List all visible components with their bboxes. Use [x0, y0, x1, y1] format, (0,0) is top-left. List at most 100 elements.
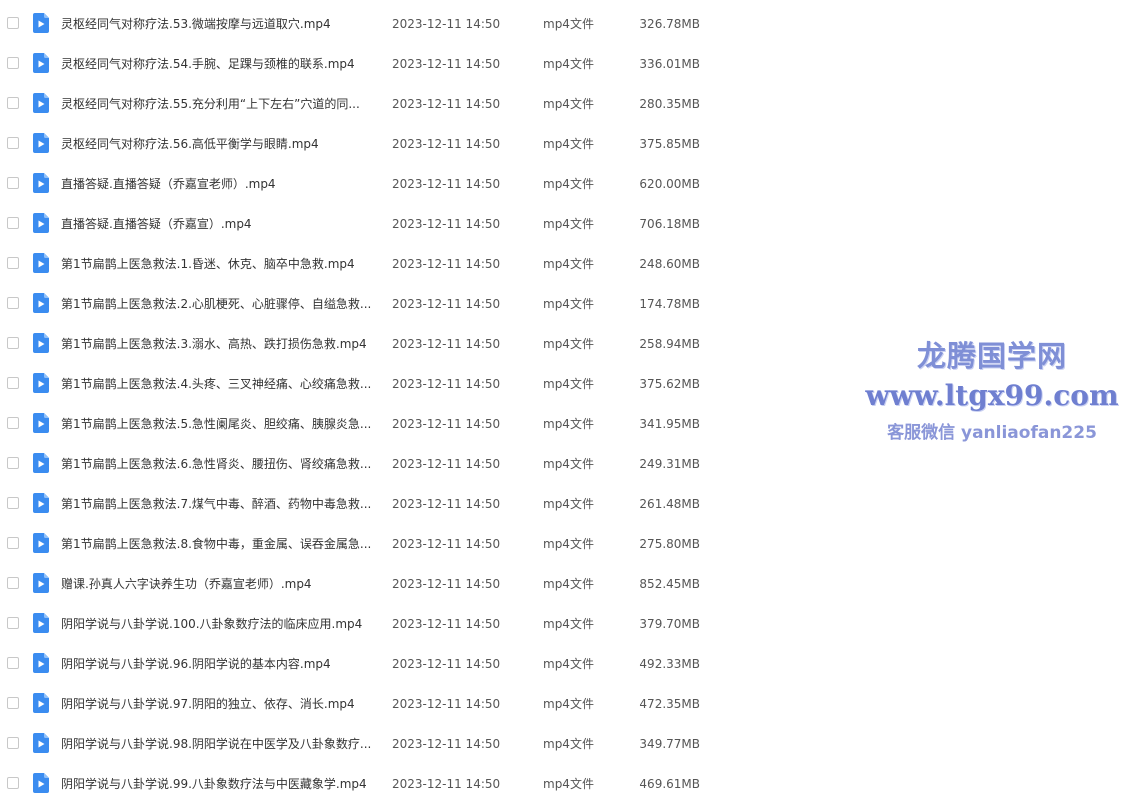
- file-row[interactable]: 第1节扁鹊上医急救法.6.急性肾炎、腰扭伤、肾绞痛急救... 2023-12-1…: [0, 444, 1124, 484]
- file-row[interactable]: 阴阳学说与八卦学说.100.八卦象数疗法的临床应用.mp4 2023-12-11…: [0, 604, 1124, 644]
- checkbox-icon[interactable]: [7, 497, 19, 509]
- file-date: 2023-12-11 14:50: [392, 577, 501, 591]
- checkbox-icon[interactable]: [7, 777, 19, 789]
- checkbox-icon[interactable]: [7, 697, 19, 709]
- file-name[interactable]: 第1节扁鹊上医急救法.1.昏迷、休克、脑卒中急救.mp4: [61, 256, 379, 272]
- checkbox-icon[interactable]: [7, 337, 19, 349]
- file-row[interactable]: 阴阳学说与八卦学说.96.阴阳学说的基本内容.mp4 2023-12-11 14…: [0, 644, 1124, 684]
- video-file-icon: [33, 93, 49, 113]
- file-name[interactable]: 第1节扁鹊上医急救法.3.溺水、高热、跌打损伤急救.mp4: [61, 336, 379, 352]
- file-row[interactable]: 直播答疑.直播答疑（乔嘉宣老师）.mp4 2023-12-11 14:50 mp…: [0, 164, 1124, 204]
- file-row[interactable]: 灵枢经同气对称疗法.54.手腕、足踝与颈椎的联系.mp4 2023-12-11 …: [0, 44, 1124, 84]
- file-name[interactable]: 阴阳学说与八卦学说.98.阴阳学说在中医学及八卦象数疗...: [61, 736, 379, 752]
- file-size: 174.78MB: [639, 297, 700, 311]
- checkbox-icon[interactable]: [7, 57, 19, 69]
- file-name[interactable]: 直播答疑.直播答疑（乔嘉宣老师）.mp4: [61, 176, 379, 192]
- video-file-icon: [33, 773, 49, 793]
- file-name[interactable]: 阴阳学说与八卦学说.100.八卦象数疗法的临床应用.mp4: [61, 616, 379, 632]
- file-row[interactable]: 阴阳学说与八卦学说.97.阴阳的独立、依存、消长.mp4 2023-12-11 …: [0, 684, 1124, 724]
- file-name[interactable]: 第1节扁鹊上医急救法.4.头疼、三叉神经痛、心绞痛急救...: [61, 376, 379, 392]
- file-name[interactable]: 直播答疑.直播答疑（乔嘉宣）.mp4: [61, 216, 379, 232]
- video-file-icon: [33, 213, 49, 233]
- checkbox-icon[interactable]: [7, 737, 19, 749]
- file-type: mp4文件: [543, 137, 594, 151]
- file-size: 375.85MB: [639, 137, 700, 151]
- checkbox-icon[interactable]: [7, 577, 19, 589]
- file-row[interactable]: 阴阳学说与八卦学说.99.八卦象数疗法与中医藏象学.mp4 2023-12-11…: [0, 764, 1124, 804]
- file-size: 341.95MB: [639, 417, 700, 431]
- file-row[interactable]: 赠课.孙真人六字诀养生功（乔嘉宣老师）.mp4 2023-12-11 14:50…: [0, 564, 1124, 604]
- file-row[interactable]: 灵枢经同气对称疗法.56.高低平衡学与眼睛.mp4 2023-12-11 14:…: [0, 124, 1124, 164]
- watermark-title: 龙腾国学网: [916, 339, 1067, 373]
- file-size: 349.77MB: [639, 737, 700, 751]
- file-name[interactable]: 阴阳学说与八卦学说.97.阴阳的独立、依存、消长.mp4: [61, 696, 379, 712]
- checkbox-icon[interactable]: [7, 617, 19, 629]
- file-row[interactable]: 灵枢经同气对称疗法.55.充分利用“上下左右”穴道的同... 2023-12-1…: [0, 84, 1124, 124]
- checkbox-icon[interactable]: [7, 177, 19, 189]
- checkbox-icon[interactable]: [7, 217, 19, 229]
- video-file-icon: [33, 133, 49, 153]
- checkbox-icon[interactable]: [7, 417, 19, 429]
- file-row[interactable]: 第1节扁鹊上医急救法.1.昏迷、休克、脑卒中急救.mp4 2023-12-11 …: [0, 244, 1124, 284]
- file-name[interactable]: 阴阳学说与八卦学说.96.阴阳学说的基本内容.mp4: [61, 656, 379, 672]
- checkbox-icon[interactable]: [7, 137, 19, 149]
- file-size: 275.80MB: [639, 537, 700, 551]
- file-type: mp4文件: [543, 297, 594, 311]
- file-size: 261.48MB: [639, 497, 700, 511]
- file-date: 2023-12-11 14:50: [392, 337, 501, 351]
- file-name[interactable]: 灵枢经同气对称疗法.53.微端按摩与远道取穴.mp4: [61, 16, 379, 32]
- file-name[interactable]: 灵枢经同气对称疗法.56.高低平衡学与眼睛.mp4: [61, 136, 379, 152]
- video-file-icon: [33, 173, 49, 193]
- video-file-icon: [33, 453, 49, 473]
- checkbox-icon[interactable]: [7, 297, 19, 309]
- file-type: mp4文件: [543, 697, 594, 711]
- file-date: 2023-12-11 14:50: [392, 657, 501, 671]
- file-row[interactable]: 第1节扁鹊上医急救法.8.食物中毒，重金属、误吞金属急... 2023-12-1…: [0, 524, 1124, 564]
- file-name[interactable]: 第1节扁鹊上医急救法.2.心肌梗死、心脏骤停、自缢急救...: [61, 296, 379, 312]
- file-size: 336.01MB: [639, 57, 700, 71]
- video-file-icon: [33, 13, 49, 33]
- watermark-url: www.ltgx99.com: [865, 379, 1119, 412]
- file-date: 2023-12-11 14:50: [392, 537, 501, 551]
- checkbox-icon[interactable]: [7, 97, 19, 109]
- file-date: 2023-12-11 14:50: [392, 257, 501, 271]
- video-file-icon: [33, 293, 49, 313]
- checkbox-icon[interactable]: [7, 257, 19, 269]
- checkbox-icon[interactable]: [7, 537, 19, 549]
- file-size: 248.60MB: [639, 257, 700, 271]
- file-date: 2023-12-11 14:50: [392, 97, 501, 111]
- checkbox-icon[interactable]: [7, 377, 19, 389]
- file-name[interactable]: 第1节扁鹊上医急救法.5.急性阑尾炎、胆绞痛、胰腺炎急...: [61, 416, 379, 432]
- file-type: mp4文件: [543, 257, 594, 271]
- file-row[interactable]: 灵枢经同气对称疗法.53.微端按摩与远道取穴.mp4 2023-12-11 14…: [0, 4, 1124, 44]
- file-date: 2023-12-11 14:50: [392, 297, 501, 311]
- file-row[interactable]: 阴阳学说与八卦学说.98.阴阳学说在中医学及八卦象数疗... 2023-12-1…: [0, 724, 1124, 764]
- file-name[interactable]: 灵枢经同气对称疗法.55.充分利用“上下左右”穴道的同...: [61, 96, 379, 112]
- video-file-icon: [33, 613, 49, 633]
- file-row[interactable]: 第1节扁鹊上医急救法.2.心肌梗死、心脏骤停、自缢急救... 2023-12-1…: [0, 284, 1124, 324]
- file-name[interactable]: 第1节扁鹊上医急救法.7.煤气中毒、醉酒、药物中毒急救...: [61, 496, 379, 512]
- file-size: 280.35MB: [639, 97, 700, 111]
- checkbox-icon[interactable]: [7, 657, 19, 669]
- file-row[interactable]: 第1节扁鹊上医急救法.7.煤气中毒、醉酒、药物中毒急救... 2023-12-1…: [0, 484, 1124, 524]
- video-file-icon: [33, 533, 49, 553]
- file-date: 2023-12-11 14:50: [392, 617, 501, 631]
- file-name[interactable]: 灵枢经同气对称疗法.54.手腕、足踝与颈椎的联系.mp4: [61, 56, 379, 72]
- file-row[interactable]: 直播答疑.直播答疑（乔嘉宣）.mp4 2023-12-11 14:50 mp4文…: [0, 204, 1124, 244]
- file-size: 492.33MB: [639, 657, 700, 671]
- file-type: mp4文件: [543, 497, 594, 511]
- file-name[interactable]: 阴阳学说与八卦学说.99.八卦象数疗法与中医藏象学.mp4: [61, 776, 379, 792]
- file-type: mp4文件: [543, 737, 594, 751]
- file-name[interactable]: 第1节扁鹊上医急救法.6.急性肾炎、腰扭伤、肾绞痛急救...: [61, 456, 379, 472]
- checkbox-icon[interactable]: [7, 457, 19, 469]
- file-size: 379.70MB: [639, 617, 700, 631]
- file-type: mp4文件: [543, 337, 594, 351]
- file-date: 2023-12-11 14:50: [392, 177, 501, 191]
- checkbox-icon[interactable]: [7, 17, 19, 29]
- file-name[interactable]: 赠课.孙真人六字诀养生功（乔嘉宣老师）.mp4: [61, 576, 379, 592]
- file-browser-page: 灵枢经同气对称疗法.53.微端按摩与远道取穴.mp4 2023-12-11 14…: [0, 0, 1124, 805]
- file-name[interactable]: 第1节扁鹊上医急救法.8.食物中毒，重金属、误吞金属急...: [61, 536, 379, 552]
- file-type: mp4文件: [543, 97, 594, 111]
- file-size: 258.94MB: [639, 337, 700, 351]
- file-type: mp4文件: [543, 657, 594, 671]
